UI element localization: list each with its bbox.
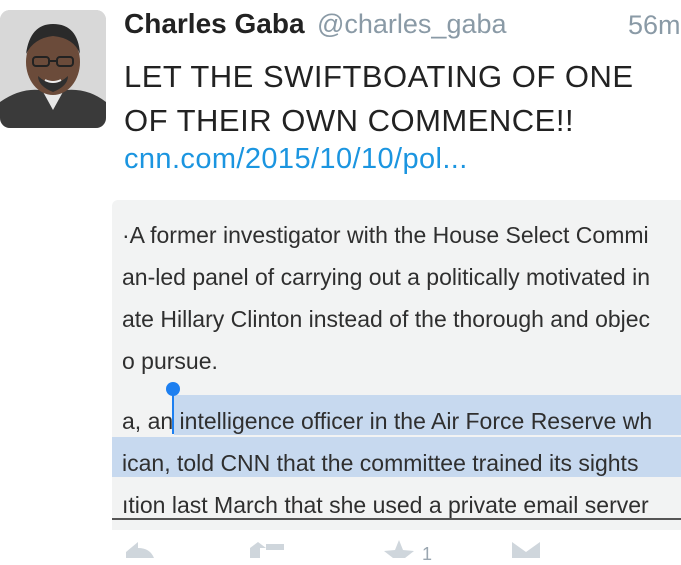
tweet-timestamp: 56m (628, 10, 681, 40)
divider (112, 518, 681, 520)
favorite-icon[interactable] (384, 538, 414, 563)
media-text-line: ate Hillary Clinton instead of the thoro… (122, 306, 651, 332)
author-handle[interactable]: @charles_gaba (317, 9, 507, 39)
tweet-actions (0, 538, 681, 558)
message-icon[interactable] (510, 538, 542, 563)
tweet-link[interactable]: cnn.com/2015/10/10/pol... (124, 143, 468, 176)
reply-icon[interactable] (122, 538, 156, 563)
tweet-media-image[interactable]: ·A former investigator with the House Se… (112, 200, 681, 530)
media-text-line: o pursue. (122, 348, 218, 374)
media-text-line: ·A former investigator with the House Se… (122, 222, 649, 248)
retweet-icon[interactable] (246, 538, 286, 563)
media-text-line: ican, told CNN that the committee traine… (122, 450, 639, 476)
tweet-text: LET THE SWIFTBOATING OF ONE OF THEIR OWN… (124, 59, 634, 138)
media-text-line: an-led panel of carrying out a political… (122, 264, 651, 290)
favorite-count: 1 (422, 544, 433, 564)
author-name[interactable]: Charles Gaba (124, 8, 305, 39)
media-text-line: ıtion last March that she used a private… (122, 492, 649, 518)
avatar[interactable] (0, 10, 106, 128)
text-cursor (172, 392, 174, 434)
media-text-line: a, an intelligence officer in the Air Fo… (122, 408, 653, 434)
tweet-header: Charles Gaba @charles_gaba (124, 8, 507, 40)
